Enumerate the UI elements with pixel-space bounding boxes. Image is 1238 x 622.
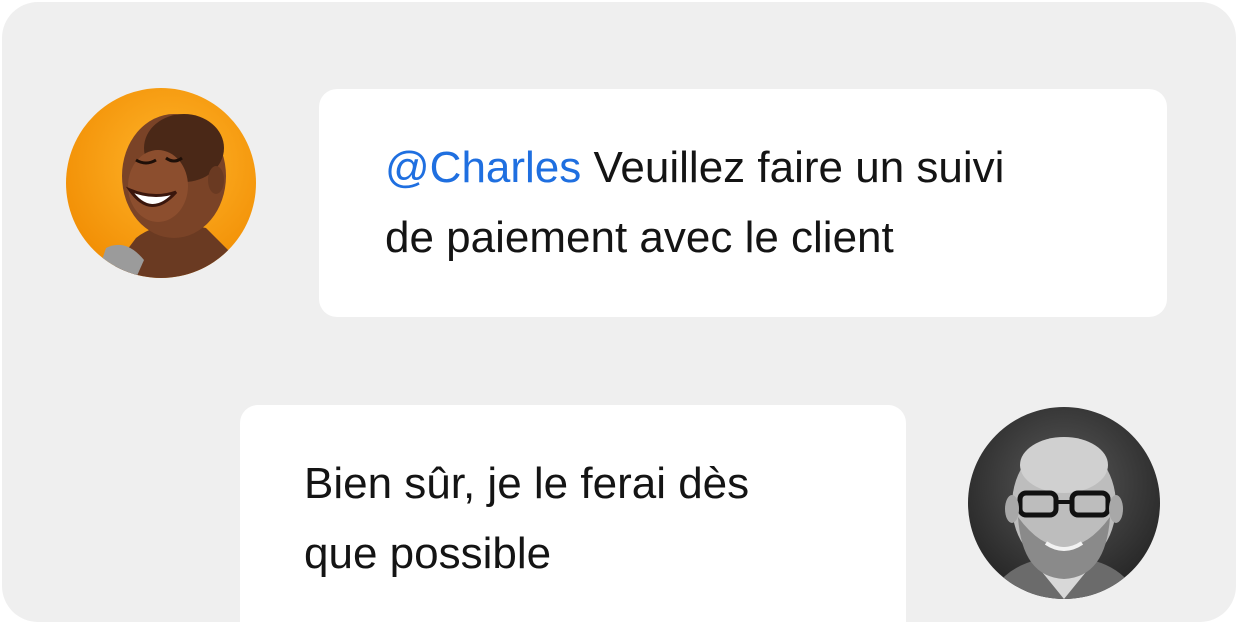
chat-panel: @Charles Veuillez faire un suivi de paie… [2,2,1236,622]
user-avatar-man[interactable] [968,407,1160,599]
message-line-2: que possible [304,529,552,578]
message-text: Veuillez faire un suivi [593,143,1005,192]
message-line-1: @Charles Veuillez faire un suivi [385,133,1127,203]
message-bubble-incoming: @Charles Veuillez faire un suivi de paie… [319,89,1167,317]
message-line-1: Bien sûr, je le ferai dès [304,459,750,508]
user-avatar-woman[interactable] [66,88,256,278]
bearded-man-glasses-avatar-icon [968,407,1160,599]
message-line-2: de paiement avec le client [385,213,894,262]
smiling-woman-avatar-icon [66,88,256,278]
message-bubble-reply: Bien sûr, je le ferai dès que possible [240,405,906,622]
mention-link[interactable]: @Charles [385,143,581,192]
